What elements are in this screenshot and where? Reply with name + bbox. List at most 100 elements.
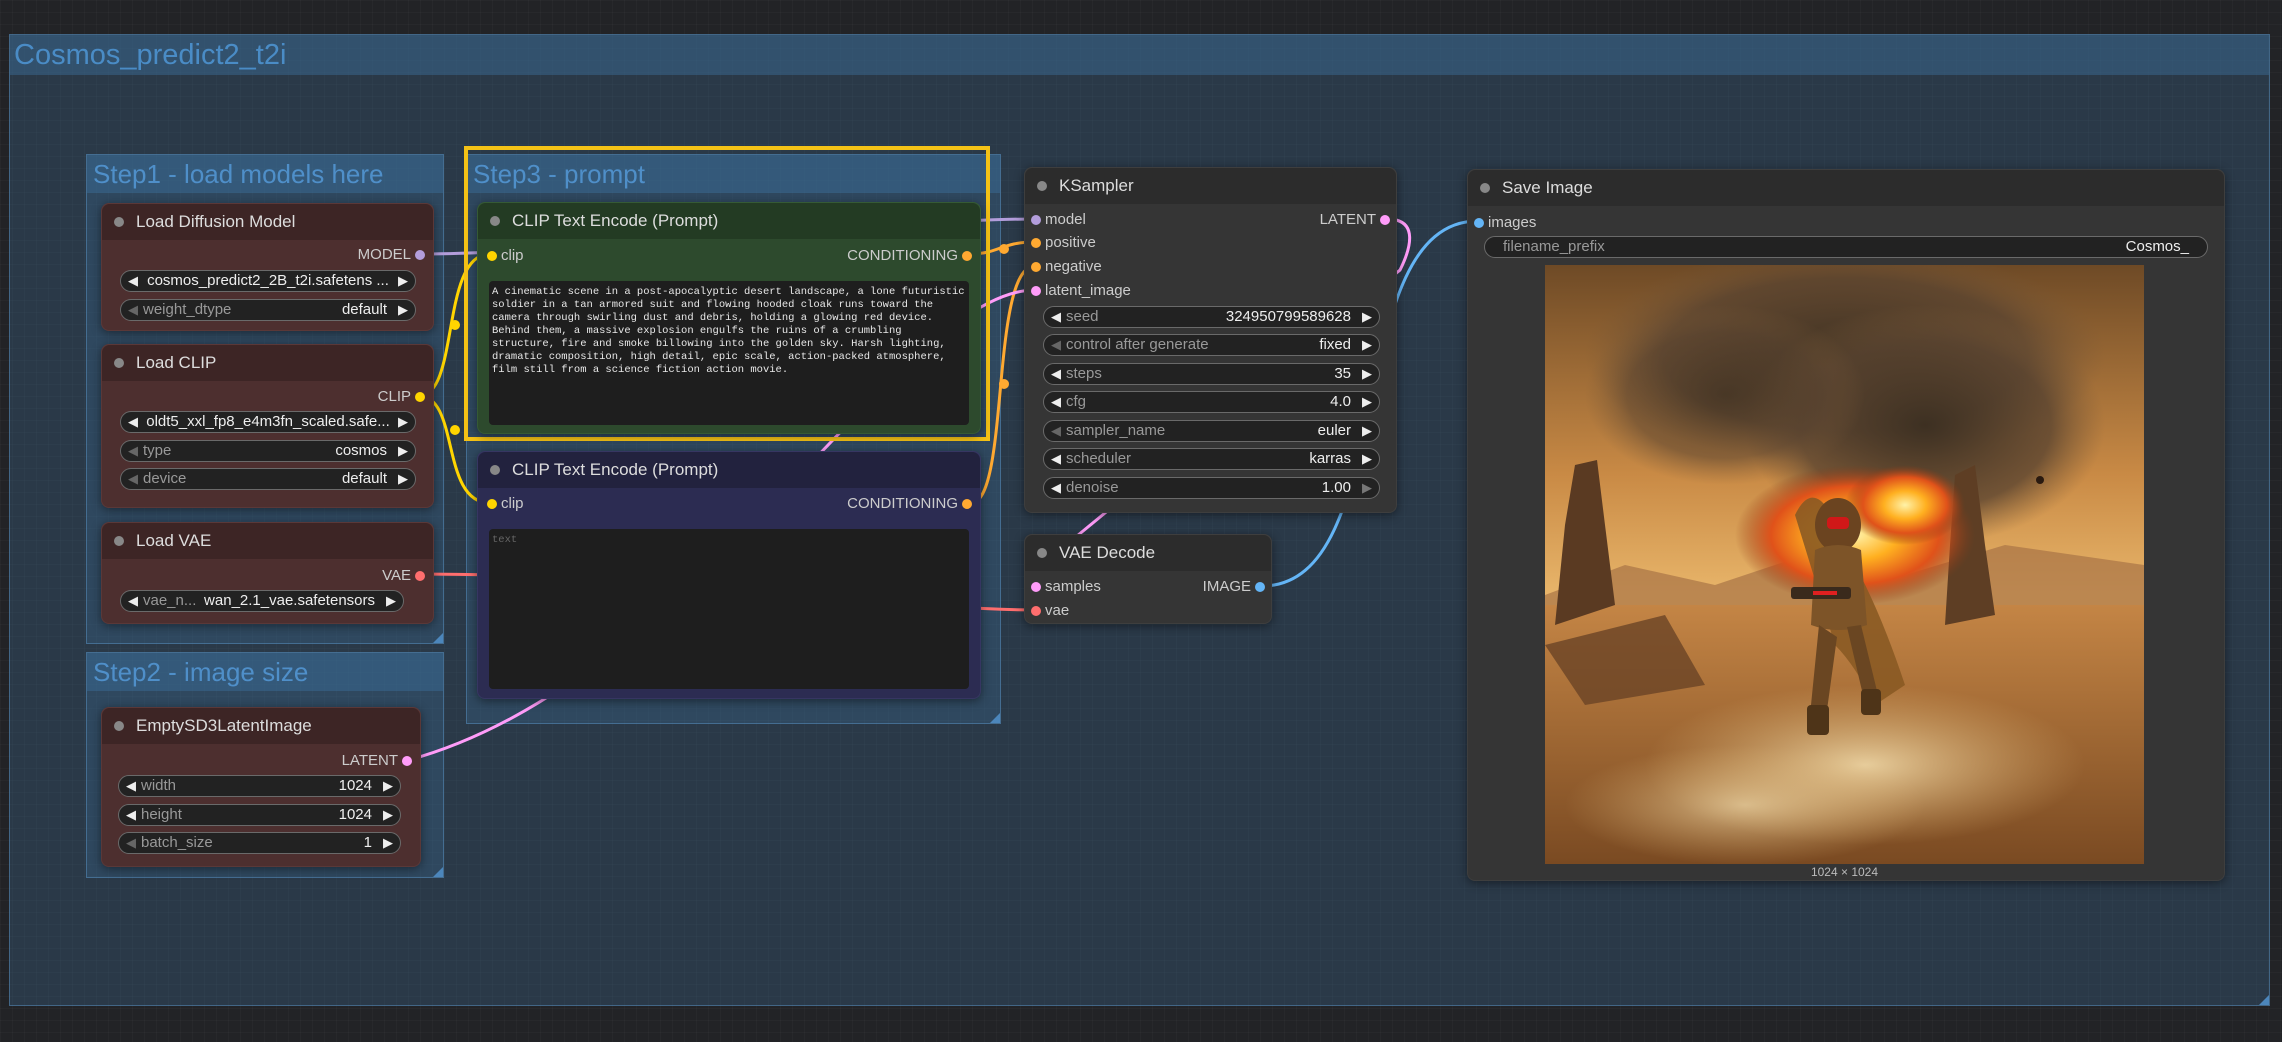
- group-resize-handle[interactable]: [2259, 995, 2269, 1005]
- node-load-diffusion-model[interactable]: Load Diffusion Model MODEL ◀ cosmos_predi…: [101, 203, 434, 331]
- model-pin-icon[interactable]: [415, 250, 425, 260]
- clip-pin-icon[interactable]: [487, 251, 497, 261]
- vae-pin-icon[interactable]: [1031, 606, 1041, 616]
- arrow-left-icon[interactable]: ◀: [128, 591, 138, 611]
- node-header[interactable]: CLIP Text Encode (Prompt): [478, 452, 980, 488]
- sampler-name-combo[interactable]: ◀ sampler_name euler ▶: [1043, 420, 1380, 442]
- weight-dtype-combo[interactable]: ◀ weight_dtype default ▶: [120, 299, 416, 321]
- collapse-dot-icon[interactable]: [1037, 181, 1047, 191]
- output-vae[interactable]: VAE: [382, 567, 425, 585]
- conditioning-pin-icon[interactable]: [1031, 262, 1041, 272]
- node-load-vae[interactable]: Load VAE VAE ◀ vae_n... wan_2.1_vae.safete…: [101, 522, 434, 624]
- node-header[interactable]: Load Diffusion Model: [102, 204, 433, 240]
- collapse-dot-icon[interactable]: [114, 217, 124, 227]
- node-clip-text-encode-positive[interactable]: CLIP Text Encode (Prompt) clip CONDITION…: [477, 202, 981, 434]
- batch-size-number[interactable]: ◀ batch_size 1 ▶: [118, 832, 401, 854]
- group-title[interactable]: Cosmos_predict2_t2i: [10, 35, 2269, 75]
- negative-prompt-textarea[interactable]: text: [489, 529, 969, 689]
- node-ksampler[interactable]: KSampler model positive negative latent_…: [1024, 167, 1397, 513]
- output-latent[interactable]: LATENT: [342, 752, 412, 770]
- vae-pin-icon[interactable]: [415, 571, 425, 581]
- input-vae[interactable]: vae: [1031, 602, 1069, 620]
- arrow-right-icon[interactable]: ▶: [383, 776, 393, 796]
- arrow-right-icon[interactable]: ▶: [398, 469, 408, 489]
- latent-pin-icon[interactable]: [1031, 582, 1041, 592]
- output-latent[interactable]: LATENT: [1320, 211, 1390, 229]
- collapse-dot-icon[interactable]: [1480, 183, 1490, 193]
- image-pin-icon[interactable]: [1474, 218, 1484, 228]
- node-header[interactable]: VAE Decode: [1025, 535, 1271, 571]
- arrow-left-icon[interactable]: ◀: [1051, 364, 1061, 384]
- arrow-right-icon[interactable]: ▶: [1362, 421, 1372, 441]
- filename-prefix-input[interactable]: filename_prefix Cosmos_: [1484, 236, 2208, 258]
- arrow-right-icon[interactable]: ▶: [398, 300, 408, 320]
- arrow-left-icon[interactable]: ◀: [128, 300, 138, 320]
- scheduler-combo[interactable]: ◀ scheduler karras ▶: [1043, 448, 1380, 470]
- arrow-right-icon[interactable]: ▶: [398, 271, 408, 291]
- arrow-left-icon[interactable]: ◀: [126, 833, 136, 853]
- arrow-left-icon[interactable]: ◀: [1051, 335, 1061, 355]
- arrow-left-icon[interactable]: ◀: [1051, 478, 1061, 498]
- height-number[interactable]: ◀ height 1024 ▶: [118, 804, 401, 826]
- node-vae-decode[interactable]: VAE Decode samples vae IMAGE: [1024, 534, 1272, 624]
- output-clip[interactable]: CLIP: [378, 388, 425, 406]
- arrow-left-icon[interactable]: ◀: [128, 271, 138, 291]
- clip-pin-icon[interactable]: [415, 392, 425, 402]
- arrow-left-icon[interactable]: ◀: [1051, 421, 1061, 441]
- input-model[interactable]: model: [1031, 211, 1086, 229]
- collapse-dot-icon[interactable]: [490, 465, 500, 475]
- arrow-left-icon[interactable]: ◀: [1051, 449, 1061, 469]
- seed-number[interactable]: ◀ seed 324950799589628 ▶: [1043, 306, 1380, 328]
- input-latent-image[interactable]: latent_image: [1031, 282, 1131, 300]
- arrow-right-icon[interactable]: ▶: [398, 441, 408, 461]
- arrow-right-icon[interactable]: ▶: [386, 591, 396, 611]
- node-header[interactable]: EmptySD3LatentImage: [102, 708, 420, 744]
- collapse-dot-icon[interactable]: [114, 721, 124, 731]
- node-header[interactable]: CLIP Text Encode (Prompt): [478, 203, 980, 239]
- collapse-dot-icon[interactable]: [490, 216, 500, 226]
- preview-image[interactable]: [1545, 265, 2144, 864]
- node-header[interactable]: Load CLIP: [102, 345, 433, 381]
- denoise-number[interactable]: ◀ denoise 1.00 ▶: [1043, 477, 1380, 499]
- input-positive[interactable]: positive: [1031, 234, 1096, 252]
- arrow-left-icon[interactable]: ◀: [128, 441, 138, 461]
- device-combo[interactable]: ◀ device default ▶: [120, 468, 416, 490]
- type-combo[interactable]: ◀ type cosmos ▶: [120, 440, 416, 462]
- vae-name-combo[interactable]: ◀ vae_n... wan_2.1_vae.safetensors ▶: [120, 590, 404, 612]
- conditioning-pin-icon[interactable]: [962, 251, 972, 261]
- input-clip[interactable]: clip: [487, 247, 524, 265]
- clip-name-combo[interactable]: ◀ oldt5_xxl_fp8_e4m3fn_scaled.safe... ▶: [120, 411, 416, 433]
- output-image[interactable]: IMAGE: [1203, 578, 1265, 596]
- input-images[interactable]: images: [1474, 214, 1536, 232]
- node-empty-sd3-latent-image[interactable]: EmptySD3LatentImage LATENT ◀ width 1024 ▶ ◀…: [101, 707, 421, 867]
- latent-pin-icon[interactable]: [1031, 286, 1041, 296]
- latent-pin-icon[interactable]: [1380, 215, 1390, 225]
- arrow-right-icon[interactable]: ▶: [1362, 449, 1372, 469]
- arrow-right-icon[interactable]: ▶: [1362, 335, 1372, 355]
- input-samples[interactable]: samples: [1031, 578, 1101, 596]
- group-title[interactable]: Step1 - load models here: [87, 155, 443, 193]
- arrow-left-icon[interactable]: ◀: [126, 776, 136, 796]
- arrow-right-icon[interactable]: ▶: [383, 805, 393, 825]
- clip-pin-icon[interactable]: [487, 499, 497, 509]
- model-pin-icon[interactable]: [1031, 215, 1041, 225]
- input-clip[interactable]: clip: [487, 495, 524, 513]
- arrow-right-icon[interactable]: ▶: [1362, 392, 1372, 412]
- output-conditioning[interactable]: CONDITIONING: [847, 247, 972, 265]
- node-load-clip[interactable]: Load CLIP CLIP ◀ oldt5_xxl_fp8_e4m3fn_sca…: [101, 344, 434, 508]
- node-header[interactable]: Load VAE: [102, 523, 433, 559]
- arrow-right-icon[interactable]: ▶: [398, 412, 408, 432]
- node-save-image[interactable]: Save Image images filename_prefix Cosmos_: [1467, 169, 2225, 881]
- arrow-right-icon[interactable]: ▶: [1362, 478, 1372, 498]
- collapse-dot-icon[interactable]: [114, 536, 124, 546]
- arrow-right-icon[interactable]: ▶: [383, 833, 393, 853]
- group-resize-handle[interactable]: [433, 867, 443, 877]
- latent-pin-icon[interactable]: [402, 756, 412, 766]
- cfg-number[interactable]: ◀ cfg 4.0 ▶: [1043, 391, 1380, 413]
- node-header[interactable]: Save Image: [1468, 170, 2224, 206]
- collapse-dot-icon[interactable]: [114, 358, 124, 368]
- output-model[interactable]: MODEL: [358, 246, 425, 264]
- group-title[interactable]: Step2 - image size: [87, 653, 443, 691]
- arrow-right-icon[interactable]: ▶: [1362, 364, 1372, 384]
- output-conditioning[interactable]: CONDITIONING: [847, 495, 972, 513]
